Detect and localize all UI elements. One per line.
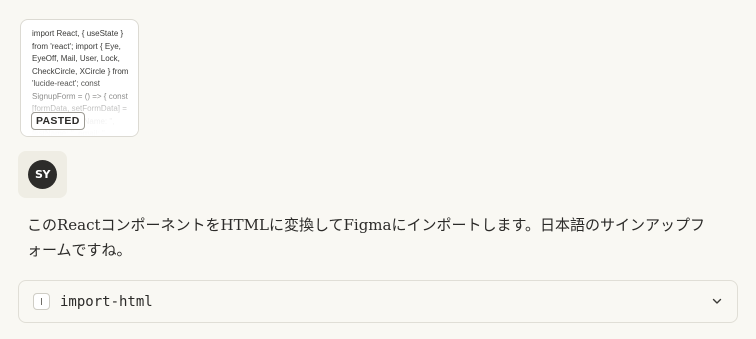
avatar: SY — [28, 160, 57, 189]
pasted-attachment-card[interactable]: import React, { useState } from 'react';… — [20, 19, 139, 137]
assistant-message-text: このReactコンポーネントをHTMLに変換してFigmaにインポートします。日… — [27, 216, 705, 259]
user-avatar-tile: SY — [18, 151, 67, 198]
tool-call-label: import-html — [60, 294, 153, 310]
pasted-badge: PASTED — [31, 112, 85, 130]
chat-transcript: import React, { useState } from 'react';… — [0, 0, 756, 339]
tool-call-import-html[interactable]: import-html — [18, 280, 738, 323]
terminal-icon — [33, 293, 50, 310]
chevron-down-icon[interactable] — [711, 295, 723, 307]
